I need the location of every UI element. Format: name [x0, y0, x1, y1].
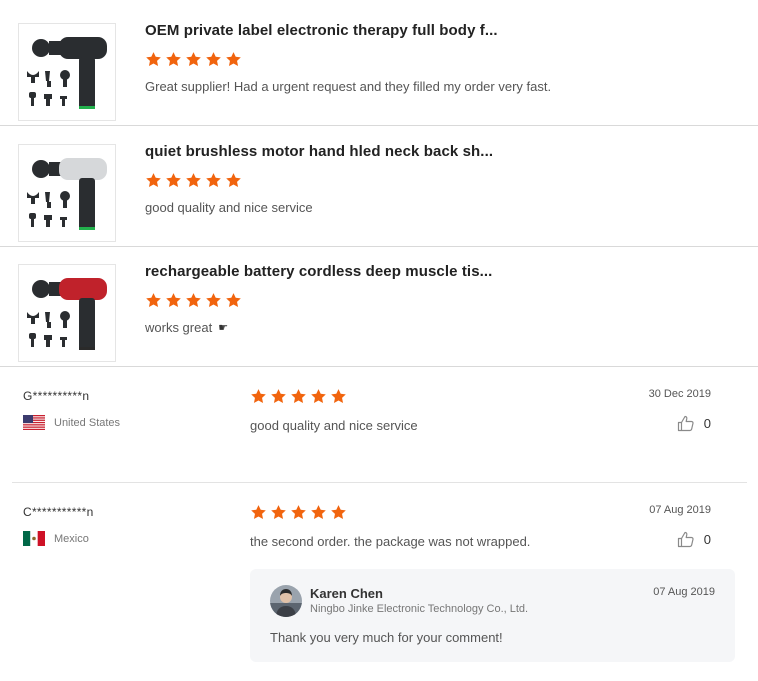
- product-title[interactable]: OEM private label electronic therapy ful…: [145, 22, 498, 39]
- star-icon: [310, 388, 327, 405]
- star-icon: [165, 51, 182, 68]
- product-review-row: rechargeable battery cordless deep muscl…: [0, 247, 758, 367]
- review-text: good quality and nice service: [250, 418, 418, 433]
- review-comment: good quality and nice service: [145, 200, 313, 215]
- star-icon: [165, 172, 182, 189]
- star-rating: [145, 51, 242, 68]
- star-icon: [185, 172, 202, 189]
- star-icon: [165, 292, 182, 309]
- reply-text: Thank you very much for your comment!: [270, 630, 503, 645]
- star-icon: [145, 172, 162, 189]
- product-image[interactable]: [18, 144, 116, 242]
- star-rating: [250, 504, 347, 521]
- avatar: [270, 585, 302, 617]
- reviewer-name: G**********n: [23, 389, 90, 403]
- product-title[interactable]: quiet brushless motor hand hled neck bac…: [145, 143, 493, 160]
- buyer-review: G**********n United States good quality …: [0, 388, 758, 469]
- star-icon: [225, 292, 242, 309]
- star-icon: [145, 292, 162, 309]
- star-icon: [290, 388, 307, 405]
- star-icon: [225, 172, 242, 189]
- pointing-hand-icon: ☛: [218, 322, 229, 334]
- review-date: 07 Aug 2019: [649, 504, 711, 516]
- like-count: 0: [703, 532, 711, 547]
- review-comment: Great supplier! Had a urgent request and…: [145, 79, 552, 94]
- reply-company: Ningbo Jinke Electronic Technology Co., …: [310, 603, 529, 615]
- star-icon: [310, 504, 327, 521]
- review-comment-text: works great: [145, 320, 213, 335]
- like-button[interactable]: 0: [677, 415, 711, 432]
- us-flag-icon: [23, 415, 45, 430]
- star-icon: [225, 51, 242, 68]
- product-title[interactable]: rechargeable battery cordless deep muscl…: [145, 263, 492, 280]
- buyer-review: C***********n Mexico the second order. t…: [0, 504, 758, 565]
- like-button[interactable]: 0: [677, 531, 711, 548]
- reviewer-country: Mexico: [23, 531, 89, 546]
- thumbs-up-icon[interactable]: [677, 415, 695, 432]
- review-date: 30 Dec 2019: [648, 388, 711, 400]
- country-name: Mexico: [54, 532, 89, 545]
- reviewer-name: C***********n: [23, 505, 94, 519]
- star-rating: [145, 292, 242, 309]
- star-icon: [290, 504, 307, 521]
- star-icon: [205, 51, 222, 68]
- product-image[interactable]: [18, 264, 116, 362]
- star-icon: [205, 292, 222, 309]
- star-icon: [270, 388, 287, 405]
- product-image[interactable]: [18, 23, 116, 121]
- like-count: 0: [703, 416, 711, 431]
- thumbs-up-icon[interactable]: [677, 531, 695, 548]
- star-icon: [185, 51, 202, 68]
- star-icon: [250, 388, 267, 405]
- star-rating: [250, 388, 347, 405]
- star-icon: [145, 51, 162, 68]
- country-name: United States: [54, 416, 121, 429]
- star-icon: [205, 172, 222, 189]
- review-text: the second order. the package was not wr…: [250, 534, 531, 549]
- star-icon: [250, 504, 267, 521]
- reply-author: Karen Chen: [310, 586, 383, 601]
- star-icon: [270, 504, 287, 521]
- product-review-row: OEM private label electronic therapy ful…: [0, 6, 758, 126]
- product-review-row: quiet brushless motor hand hled neck bac…: [0, 127, 758, 247]
- supplier-reply: Karen Chen Ningbo Jinke Electronic Techn…: [250, 569, 735, 662]
- star-icon: [330, 388, 347, 405]
- review-comment: works great ☛: [145, 320, 228, 335]
- star-icon: [185, 292, 202, 309]
- reply-date: 07 Aug 2019: [653, 586, 715, 598]
- star-icon: [330, 504, 347, 521]
- review-divider: [12, 482, 747, 483]
- reviewer-country: United States: [23, 415, 120, 430]
- star-rating: [145, 172, 242, 189]
- mexico-flag-icon: [23, 531, 45, 546]
